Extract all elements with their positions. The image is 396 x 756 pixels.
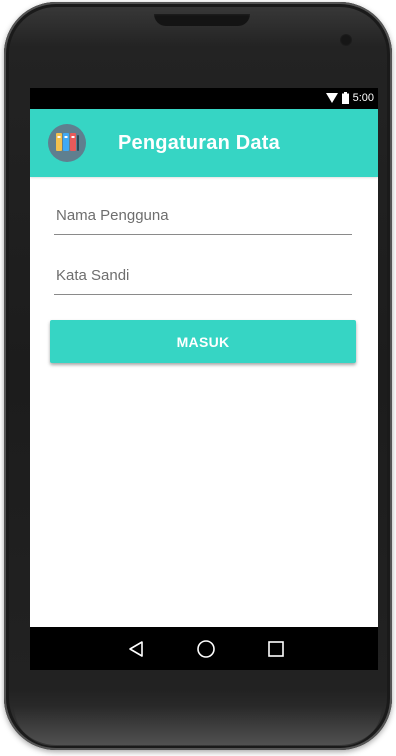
username-field[interactable] bbox=[54, 200, 356, 235]
recents-icon bbox=[268, 641, 284, 657]
binders-icon bbox=[48, 124, 86, 162]
app-title: Pengaturan Data bbox=[118, 132, 280, 154]
home-icon bbox=[197, 640, 215, 658]
status-time: 5:00 bbox=[352, 92, 374, 104]
front-camera bbox=[340, 34, 352, 46]
earpiece-speaker bbox=[154, 14, 250, 26]
wifi-icon bbox=[325, 93, 338, 103]
home-button[interactable] bbox=[191, 634, 221, 664]
battery-icon bbox=[341, 92, 349, 104]
username-input[interactable] bbox=[54, 200, 356, 230]
back-icon bbox=[129, 641, 143, 657]
status-icons: 5:00 bbox=[325, 91, 374, 105]
app-bar: Pengaturan Data bbox=[30, 109, 378, 177]
navigation-bar bbox=[30, 627, 378, 670]
back-button[interactable] bbox=[121, 634, 151, 664]
phone-screen: 5:00 Pengaturan Data MASUK bbox=[30, 88, 378, 670]
password-field[interactable] bbox=[54, 260, 356, 295]
password-input[interactable] bbox=[54, 260, 356, 290]
device-bezel-shine bbox=[14, 706, 382, 746]
recents-button[interactable] bbox=[261, 634, 291, 664]
login-button[interactable]: MASUK bbox=[50, 320, 356, 363]
status-bar: 5:00 bbox=[30, 88, 378, 109]
